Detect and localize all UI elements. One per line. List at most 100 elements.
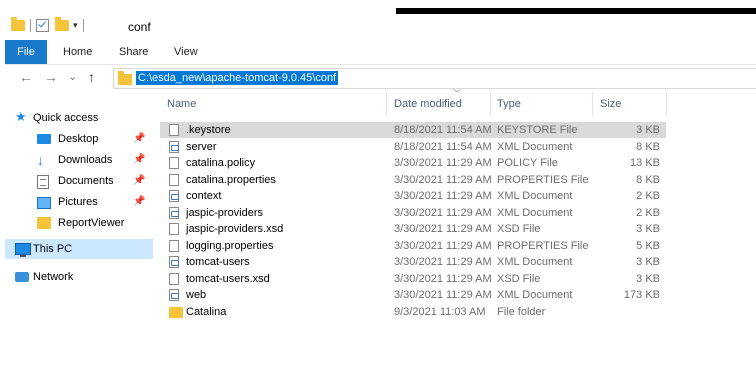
pin-icon: 📌 (133, 196, 146, 207)
file-size: 173 KB (623, 289, 660, 301)
navigation-bar: ← → ⌄ ↑ C:\esda_new\apache-tomcat-9.0.45… (5, 65, 756, 91)
file-row[interactable]: jaspic-providers.xsd 3/30/2021 11:29 AM XS… (160, 221, 666, 237)
file-type: XML Document (497, 256, 573, 268)
nav-label: Quick access (33, 112, 99, 124)
file-name: tomcat-users.xsd (186, 272, 270, 285)
nav-label: Network (33, 271, 74, 283)
file-name: context (186, 190, 222, 202)
column-divider[interactable] (592, 92, 593, 116)
file-date: 3/30/2021 11:29 AM (394, 190, 492, 202)
file-date: 3/30/2021 11:29 AM (394, 289, 492, 301)
downloads-icon: ↓ (37, 152, 44, 168)
file-size: 8 KB (636, 140, 660, 153)
nav-item-pictures[interactable]: Pictures 📌 (5, 192, 153, 212)
computer-icon (15, 243, 31, 257)
file-date: 8/18/2021 11:54 AM (394, 140, 492, 153)
column-divider[interactable] (490, 92, 491, 116)
column-header-name[interactable]: Name (167, 92, 196, 116)
file-row[interactable]: logging.properties 3/30/2021 11:29 AM PROP… (160, 238, 666, 254)
file-type: XSD File (497, 223, 541, 235)
file-date: 3/30/2021 11:29 AM (394, 223, 492, 235)
pin-icon: 📌 (133, 175, 146, 186)
column-divider[interactable] (666, 92, 667, 116)
address-bar[interactable]: C:\esda_new\apache-tomcat-9.0.45\conf (113, 68, 756, 89)
properties-icon[interactable] (36, 19, 49, 32)
column-divider[interactable] (386, 92, 387, 116)
file-size: 3 KB (636, 124, 660, 136)
file-row[interactable]: server 8/18/2021 11:54 AM XML Document 8 KB (160, 139, 666, 155)
file-date: 8/18/2021 11:54 AM (394, 124, 492, 136)
file-name: catalina.policy (186, 157, 256, 169)
network-icon (15, 272, 29, 282)
navigation-pane: ★ Quick access Desktop 📌 ↓ Downloads 📌 D… (5, 92, 153, 380)
tab-share[interactable]: Share (119, 40, 148, 64)
file-type: POLICY File (497, 157, 558, 169)
file-name: web (186, 289, 207, 301)
file-row[interactable]: tomcat-users.xsd 3/30/2021 11:29 AM XSD Fi… (160, 271, 666, 287)
file-date: 3/30/2021 11:29 AM (394, 173, 492, 186)
file-date: 3/30/2021 11:29 AM (394, 157, 492, 169)
nav-item-documents[interactable]: Documents 📌 (5, 171, 153, 191)
file-row[interactable]: catalina.properties 3/30/2021 11:29 AM PRO… (160, 172, 666, 188)
tab-home[interactable]: Home (63, 40, 92, 64)
file-type: KEYSTORE File (497, 124, 578, 136)
file-size: 13 KB (630, 157, 660, 169)
file-size: 3 KB (636, 223, 660, 235)
tab-file[interactable]: File (5, 40, 47, 64)
file-date: 3/30/2021 11:29 AM (394, 206, 492, 219)
nav-quick-access[interactable]: ★ Quick access (5, 108, 153, 128)
xml-file-icon (169, 190, 179, 202)
forward-button[interactable]: → (44, 69, 58, 85)
file-row[interactable]: .keystore 8/18/2021 11:54 AM KEYSTORE File… (160, 122, 666, 138)
ribbon-tabs: File Home Share View (5, 40, 756, 65)
file-list: Name ﹀ Date modified Type Size .keystore… (160, 89, 756, 380)
nav-label: Documents (58, 175, 114, 187)
new-folder-icon[interactable] (55, 17, 69, 31)
xml-file-icon (169, 289, 179, 301)
nav-item-desktop[interactable]: Desktop 📌 (5, 129, 153, 149)
nav-label: Desktop (58, 133, 99, 145)
file-row[interactable]: web 3/30/2021 11:29 AM XML Document 173 KB (160, 287, 666, 303)
file-type: XML Document (497, 289, 573, 301)
nav-label: Pictures (58, 196, 98, 208)
nav-this-pc[interactable]: This PC (5, 239, 153, 259)
title-bar: ▾ conf (5, 14, 756, 40)
nav-label: This PC (33, 243, 73, 255)
customize-toolbar-dropdown[interactable]: ▾ (73, 20, 78, 31)
file-name: Catalina (186, 305, 227, 318)
xml-file-icon (169, 206, 179, 219)
nav-item-reportviewer[interactable]: ReportViewer (5, 213, 153, 233)
column-header-type[interactable]: Type (497, 92, 521, 116)
tab-view[interactable]: View (174, 40, 198, 64)
file-row[interactable]: context 3/30/2021 11:29 AM XML Document 2 K… (160, 188, 666, 204)
file-row[interactable]: tomcat-users 3/30/2021 11:29 AM XML Docume… (160, 254, 666, 270)
file-row[interactable]: Catalina 9/3/2021 11:03 AM File folder (160, 304, 666, 320)
nav-label: ReportViewer (58, 217, 125, 229)
recent-locations-button[interactable]: ⌄ (68, 69, 77, 85)
file-date: 3/30/2021 11:29 AM (394, 256, 492, 268)
file-type: PROPERTIES File (497, 239, 589, 252)
nav-item-downloads[interactable]: ↓ Downloads 📌 (5, 150, 153, 170)
file-icon (169, 272, 179, 285)
pictures-icon (37, 197, 51, 209)
documents-icon (37, 175, 49, 189)
nav-network[interactable]: Network (5, 267, 153, 287)
window-title: conf (128, 20, 151, 34)
file-type: XML Document (497, 190, 573, 202)
file-row[interactable]: catalina.policy 3/30/2021 11:29 AM POLICY … (160, 155, 666, 171)
column-header-date[interactable]: Date modified (394, 92, 462, 116)
quick-access-toolbar: ▾ (11, 17, 89, 32)
file-type: XSD File (497, 272, 541, 285)
address-path[interactable]: C:\esda_new\apache-tomcat-9.0.45\conf (136, 71, 339, 85)
toolbar-separator (82, 19, 84, 32)
file-name: tomcat-users (186, 256, 250, 268)
pin-icon: 📌 (133, 133, 146, 144)
file-row[interactable]: jaspic-providers 3/30/2021 11:29 AM XML Do… (160, 205, 666, 221)
nav-label: Downloads (58, 154, 113, 166)
file-name: server (186, 140, 217, 153)
up-button[interactable]: ↑ (88, 69, 95, 85)
column-header-size[interactable]: Size (600, 92, 621, 116)
back-button[interactable]: ← (19, 69, 33, 85)
file-name: .keystore (186, 124, 231, 136)
xml-file-icon (169, 256, 179, 268)
